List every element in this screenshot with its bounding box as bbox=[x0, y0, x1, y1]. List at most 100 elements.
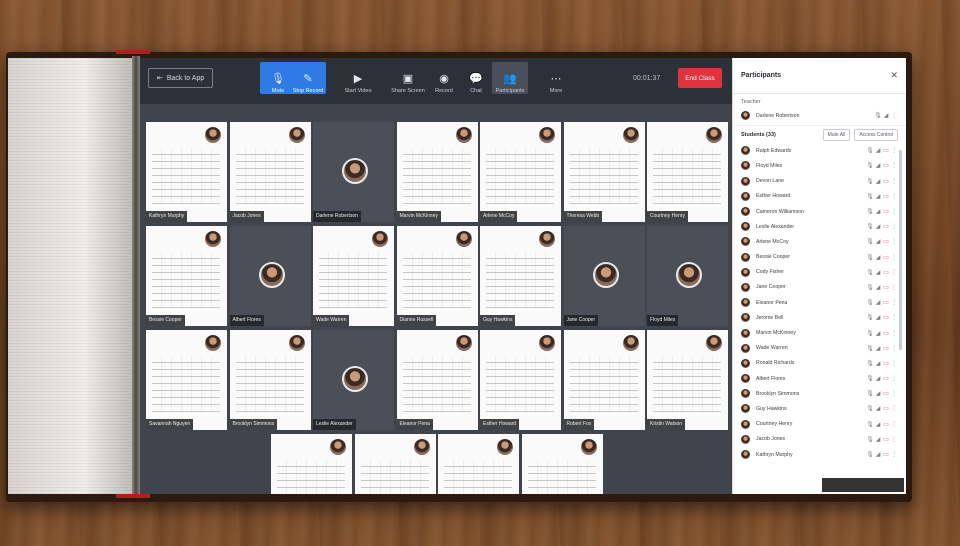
participant-tile[interactable]: Floyd Miles bbox=[647, 226, 728, 326]
more-options-icon[interactable]: ⋮ bbox=[890, 208, 898, 215]
more-options-icon[interactable]: ⋮ bbox=[890, 284, 898, 291]
more-options-icon[interactable]: ⋮ bbox=[890, 451, 898, 458]
video-off-icon[interactable]: ▭ bbox=[882, 405, 890, 412]
teacher-row[interactable]: Darlene Robertson 🎙 ◢ ⋮ bbox=[733, 108, 906, 123]
participant-tile[interactable]: Bessie Cooper bbox=[146, 226, 227, 326]
participant-tile[interactable]: Kathryn Murphy bbox=[146, 122, 227, 222]
more-options-icon[interactable]: ⋮ bbox=[890, 314, 898, 321]
microphone-icon[interactable]: 🎙 bbox=[866, 330, 874, 337]
microphone-icon[interactable]: 🎙 bbox=[866, 421, 874, 428]
tool-share-screen-button[interactable]: ▣ Share Screen bbox=[390, 62, 426, 95]
microphone-icon[interactable]: 🎙 bbox=[866, 193, 874, 200]
participant-tile[interactable]: Courtney Henry bbox=[647, 122, 728, 222]
microphone-icon[interactable]: 🎙 bbox=[866, 223, 874, 230]
student-row[interactable]: Ronald Richards 🎙 ◢ ▭ ⋮ bbox=[733, 356, 906, 371]
participant-tile[interactable]: Robert Fox bbox=[563, 330, 645, 430]
more-options-icon[interactable]: ⋮ bbox=[890, 112, 898, 119]
student-row[interactable]: Marvin McKinney 🎙 ◢ ▭ ⋮ bbox=[733, 325, 906, 340]
microphone-icon[interactable]: 🎙 bbox=[866, 269, 874, 276]
more-options-icon[interactable]: ⋮ bbox=[890, 162, 898, 169]
student-row[interactable]: Wade Warren 🎙 ◢ ▭ ⋮ bbox=[733, 341, 906, 356]
more-options-icon[interactable]: ⋮ bbox=[890, 254, 898, 261]
end-class-button[interactable]: End Class bbox=[678, 68, 722, 88]
tool-more-button[interactable]: ⋯ More bbox=[538, 62, 574, 95]
microphone-icon[interactable]: 🎙 bbox=[866, 178, 874, 185]
student-row[interactable]: Bessie Cooper 🎙 ◢ ▭ ⋮ bbox=[733, 250, 906, 265]
participant-tile[interactable]: Wade Warren bbox=[313, 226, 394, 326]
student-row[interactable]: Esther Howard 🎙 ◢ ▭ ⋮ bbox=[733, 189, 906, 204]
student-row[interactable]: Jerome Bell 🎙 ◢ ▭ ⋮ bbox=[733, 310, 906, 325]
video-off-icon[interactable]: ▭ bbox=[882, 330, 890, 337]
participant-tile[interactable] bbox=[438, 434, 520, 494]
back-to-app-button[interactable]: ⇤ Back to App bbox=[148, 68, 214, 88]
access-control-dropdown[interactable]: Access Control bbox=[854, 128, 898, 141]
mute-all-button[interactable]: Mute All bbox=[822, 128, 851, 141]
video-off-icon[interactable]: ▭ bbox=[882, 390, 890, 397]
participant-tile[interactable] bbox=[521, 434, 603, 494]
student-row[interactable]: Eleanor Pena 🎙 ◢ ▭ ⋮ bbox=[733, 295, 906, 310]
participant-tile[interactable]: Albert Flores bbox=[229, 226, 311, 326]
video-off-icon[interactable]: ▭ bbox=[882, 208, 890, 215]
more-options-icon[interactable]: ⋮ bbox=[890, 436, 898, 443]
video-off-icon[interactable]: ▭ bbox=[882, 314, 890, 321]
participant-tile[interactable]: Jane Cooper bbox=[563, 226, 645, 326]
video-off-icon[interactable]: ▭ bbox=[882, 162, 890, 169]
video-off-icon[interactable]: ▭ bbox=[882, 421, 890, 428]
microphone-icon[interactable]: 🎙 bbox=[866, 238, 874, 245]
video-off-icon[interactable]: ▭ bbox=[882, 284, 890, 291]
microphone-icon[interactable]: 🎙 bbox=[874, 112, 882, 119]
more-options-icon[interactable]: ⋮ bbox=[890, 375, 898, 382]
student-row[interactable]: Jacob Jones 🎙 ◢ ▭ ⋮ bbox=[733, 432, 906, 447]
student-row[interactable]: Devon Lane 🎙 ◢ ▭ ⋮ bbox=[733, 174, 906, 189]
video-off-icon[interactable]: ▭ bbox=[882, 223, 890, 230]
participant-tile[interactable]: Kristin Watson bbox=[647, 330, 728, 430]
video-off-icon[interactable]: ▭ bbox=[882, 375, 890, 382]
microphone-icon[interactable]: 🎙 bbox=[866, 436, 874, 443]
participant-tile[interactable]: Eleanor Pena bbox=[396, 330, 478, 430]
tool-start-video-button[interactable]: ▶ Start Video bbox=[340, 62, 376, 95]
microphone-icon[interactable]: 🎙 bbox=[866, 375, 874, 382]
tool-record-button[interactable]: ◉ Record bbox=[426, 62, 462, 95]
more-options-icon[interactable]: ⋮ bbox=[890, 360, 898, 367]
video-off-icon[interactable]: ▭ bbox=[882, 360, 890, 367]
participant-tile[interactable]: Savannah Nguyen bbox=[146, 330, 227, 430]
microphone-icon[interactable]: 🎙 bbox=[866, 299, 874, 306]
student-row[interactable]: Arlene McCoy 🎙 ◢ ▭ ⋮ bbox=[733, 234, 906, 249]
participant-tile[interactable]: Arlene McCoy bbox=[480, 122, 561, 222]
microphone-icon[interactable]: 🎙 bbox=[866, 162, 874, 169]
microphone-icon[interactable]: 🎙 bbox=[866, 345, 874, 352]
more-options-icon[interactable]: ⋮ bbox=[890, 147, 898, 154]
participant-tile[interactable] bbox=[354, 434, 436, 494]
student-row[interactable]: Leslie Alexander 🎙 ◢ ▭ ⋮ bbox=[733, 219, 906, 234]
microphone-icon[interactable]: 🎙 bbox=[866, 147, 874, 154]
student-row[interactable]: Guy Hawkins 🎙 ◢ ▭ ⋮ bbox=[733, 401, 906, 416]
student-row[interactable]: Floyd Miles 🎙 ◢ ▭ ⋮ bbox=[733, 158, 906, 173]
participant-tile[interactable]: Brooklyn Simmons bbox=[229, 330, 311, 430]
participant-tile[interactable] bbox=[271, 434, 353, 494]
participant-tile[interactable]: Dianne Russell bbox=[396, 226, 478, 326]
more-options-icon[interactable]: ⋮ bbox=[890, 330, 898, 337]
video-off-icon[interactable]: ▭ bbox=[882, 451, 890, 458]
student-row[interactable]: Jane Cooper 🎙 ◢ ▭ ⋮ bbox=[733, 280, 906, 295]
more-options-icon[interactable]: ⋮ bbox=[890, 223, 898, 230]
more-options-icon[interactable]: ⋮ bbox=[890, 405, 898, 412]
more-options-icon[interactable]: ⋮ bbox=[890, 193, 898, 200]
microphone-icon[interactable]: 🎙 bbox=[866, 284, 874, 291]
video-off-icon[interactable]: ▭ bbox=[882, 269, 890, 276]
video-off-icon[interactable]: ▭ bbox=[882, 299, 890, 306]
video-off-icon[interactable]: ▭ bbox=[882, 238, 890, 245]
participant-tile[interactable]: Darlene Robertson bbox=[313, 122, 394, 222]
more-options-icon[interactable]: ⋮ bbox=[890, 238, 898, 245]
microphone-icon[interactable]: 🎙 bbox=[866, 254, 874, 261]
panel-scrollbar[interactable] bbox=[899, 150, 902, 350]
student-row[interactable]: Albert Flores 🎙 ◢ ▭ ⋮ bbox=[733, 371, 906, 386]
video-off-icon[interactable]: ▭ bbox=[882, 345, 890, 352]
more-options-icon[interactable]: ⋮ bbox=[890, 299, 898, 306]
participant-tile[interactable]: Guy Hawkins bbox=[480, 226, 561, 326]
student-row[interactable]: Cody Fisher 🎙 ◢ ▭ ⋮ bbox=[733, 265, 906, 280]
microphone-icon[interactable]: 🎙 bbox=[866, 451, 874, 458]
microphone-icon[interactable]: 🎙 bbox=[866, 390, 874, 397]
video-off-icon[interactable]: ▭ bbox=[882, 254, 890, 261]
more-options-icon[interactable]: ⋮ bbox=[890, 269, 898, 276]
microphone-icon[interactable]: 🎙 bbox=[866, 360, 874, 367]
